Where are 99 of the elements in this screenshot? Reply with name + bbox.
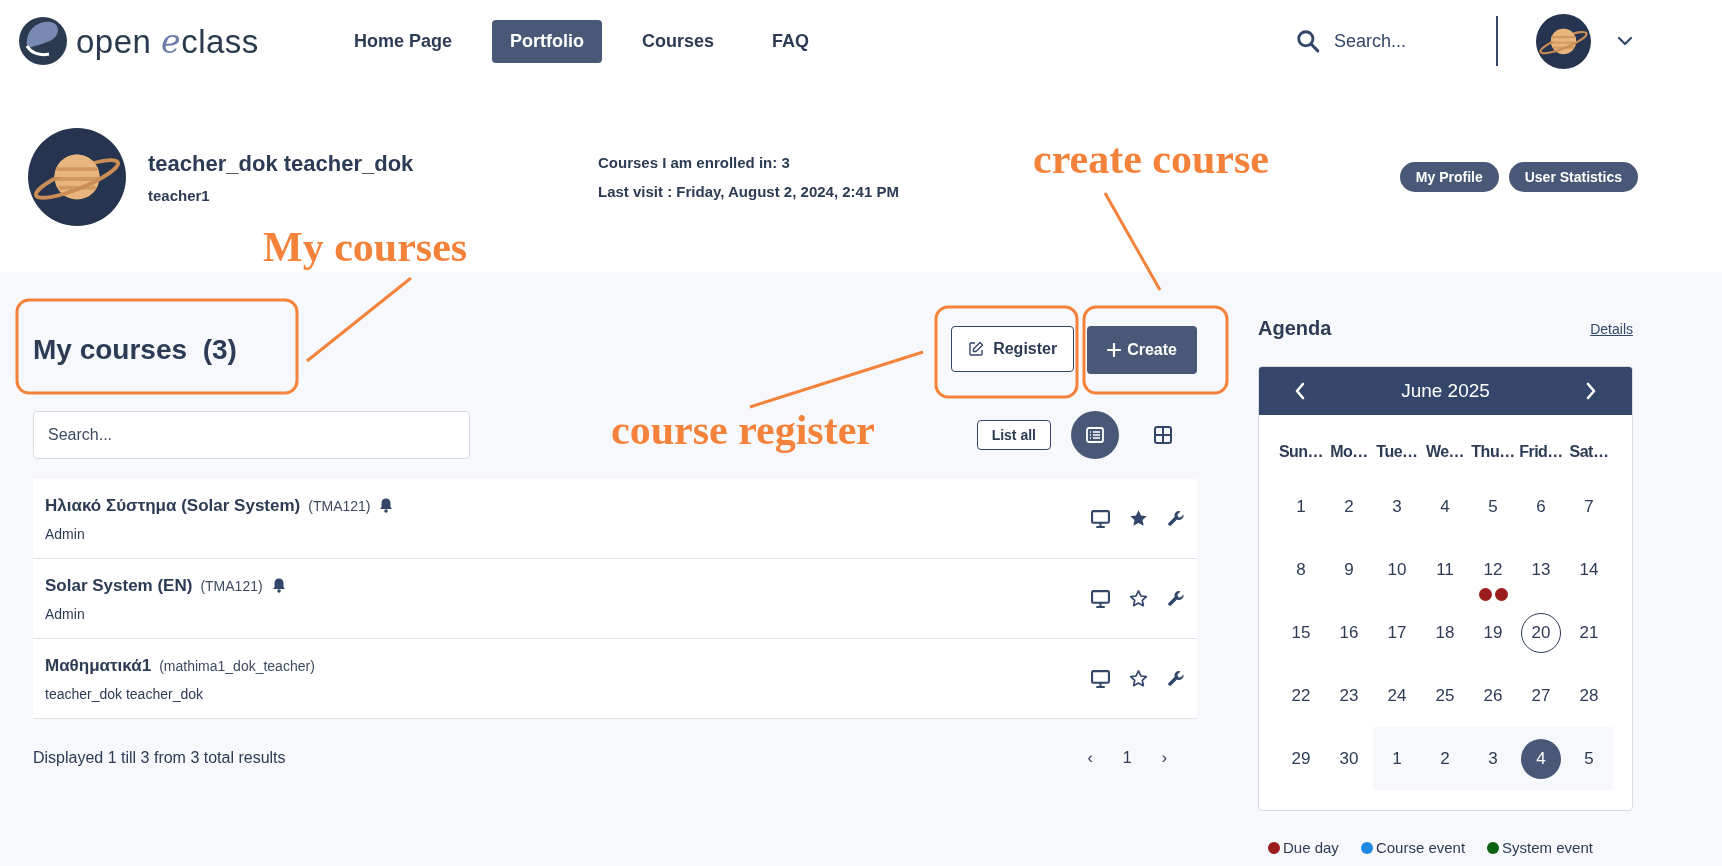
calendar-day[interactable]: 27 (1521, 675, 1561, 716)
star-icon[interactable] (1129, 589, 1148, 608)
calendar-day[interactable]: 11 (1425, 549, 1465, 590)
calendar-day[interactable]: 13 (1521, 549, 1561, 590)
weekday-label: Sat… (1568, 442, 1610, 462)
pagination-link[interactable]: ‹ (1087, 749, 1093, 767)
search-field[interactable]: Search... (33, 411, 470, 459)
logo-text[interactable]: open eclass (76, 21, 259, 61)
month-label: June 2025 (1401, 380, 1490, 402)
search-field[interactable]: Search... (1332, 29, 1456, 53)
calendar-day[interactable]: 24 (1377, 675, 1417, 716)
register-button[interactable]: Register (951, 326, 1075, 372)
calendar-day[interactable]: 29 (1281, 738, 1321, 779)
calendar-day[interactable]: 6 (1521, 486, 1561, 527)
next-icon[interactable] (1584, 382, 1598, 400)
course-title-link[interactable]: Ηλιακό Σύστημα (Solar System) (45, 495, 301, 516)
legend-label: Course event (1375, 839, 1466, 856)
calendar-day[interactable]: 3 (1377, 486, 1417, 527)
weekday-label: We… (1424, 442, 1466, 462)
list-all-button[interactable]: List all (976, 420, 1051, 450)
calendar-day[interactable]: 17 (1377, 612, 1417, 653)
profile-button[interactable]: My Profile (1399, 162, 1499, 192)
legend-label: Due day (1283, 839, 1339, 856)
calendar-day[interactable]: 12 (1473, 549, 1513, 590)
calendar-day[interactable]: 14 (1569, 549, 1609, 590)
calendar-day[interactable]: 23 (1329, 675, 1369, 716)
previous-icon[interactable] (1293, 382, 1307, 400)
planet-avatar-icon[interactable] (1536, 13, 1591, 69)
course-owner: Admin (45, 605, 86, 622)
pagination-link[interactable]: 1 (1122, 749, 1132, 767)
section-title: My courses (3) (33, 334, 237, 366)
monitor-icon[interactable] (1091, 589, 1110, 608)
pagination-link[interactable]: › (1161, 749, 1167, 767)
wrench-icon[interactable] (1167, 669, 1185, 688)
course-owner: teacher_dok teacher_dok (45, 685, 204, 702)
weekday-label: Mo… (1329, 442, 1369, 462)
weekday-label: Tue… (1375, 442, 1419, 462)
calendar-day[interactable]: 9 (1329, 549, 1369, 590)
calendar-day[interactable]: 16 (1329, 612, 1369, 653)
agenda-title: Agenda (1258, 317, 1332, 340)
grid-icon (1154, 426, 1172, 444)
legend-label: System event (1502, 839, 1593, 856)
course-code: (TMA121) (308, 497, 371, 514)
calendar-day[interactable]: 7 (1569, 486, 1609, 527)
wrench-icon[interactable] (1167, 509, 1185, 528)
annotation-label: create course (1033, 138, 1269, 180)
course-title-link[interactable]: Solar System (EN) (45, 575, 193, 596)
nav-link[interactable]: Portfolio (492, 19, 603, 63)
nav-link[interactable]: Courses (624, 19, 733, 63)
calendar-day[interactable]: 28 (1569, 675, 1609, 716)
star-icon[interactable] (1129, 669, 1148, 688)
logo-icon[interactable] (18, 16, 68, 66)
plus-icon (1107, 343, 1122, 357)
weekday-label: Thu… (1470, 442, 1516, 462)
calendar-day[interactable]: 1 (1281, 486, 1321, 527)
search-icon[interactable] (1296, 29, 1320, 53)
calendar-day[interactable]: 4 (1425, 486, 1465, 527)
user-name: teacher_dok teacher_dok (148, 150, 415, 177)
bell-icon[interactable] (378, 497, 395, 514)
pencil-icon (968, 341, 985, 357)
details-link[interactable]: Details (1590, 320, 1633, 337)
weekday-label: Sun… (1277, 442, 1325, 462)
results-summary: Displayed 1 till 3 from 3 total results (33, 749, 286, 767)
calendar-day[interactable]: 5 (1473, 486, 1513, 527)
calendar-day[interactable]: 21 (1569, 612, 1609, 653)
calendar-day[interactable]: 4 (1521, 738, 1561, 779)
calendar-day[interactable]: 30 (1329, 738, 1369, 779)
star-icon[interactable] (1129, 509, 1148, 528)
calendar-day[interactable]: 26 (1473, 675, 1513, 716)
course-title-link[interactable]: Μαθηματικά1 (45, 655, 152, 676)
calendar-day[interactable]: 15 (1281, 612, 1321, 653)
nav-link[interactable]: Home Page (336, 19, 471, 63)
list-icon (1086, 426, 1104, 444)
create-button[interactable]: Create (1087, 326, 1197, 374)
course-code: (TMA121) (200, 577, 263, 594)
nav-link[interactable]: FAQ (754, 19, 828, 63)
annotation-label: My courses (263, 226, 468, 268)
list-view-button[interactable] (1071, 411, 1119, 459)
weekday-label: Frid… (1518, 442, 1564, 462)
calendar-day[interactable]: 19 (1473, 612, 1513, 653)
annotation-label: course register (611, 409, 875, 451)
enrolled-count: Courses I am enrolled in: 3 (598, 154, 791, 171)
last-visit: Last visit : Friday, August 2, 2024, 2:41 PM (598, 183, 899, 200)
username: teacher1 (148, 186, 211, 204)
course-owner: Admin (45, 525, 86, 542)
chevron-down-icon[interactable] (1616, 35, 1634, 47)
wrench-icon[interactable] (1167, 589, 1185, 608)
bell-icon[interactable] (270, 577, 287, 594)
monitor-icon[interactable] (1091, 509, 1110, 528)
planet-avatar-icon (28, 128, 126, 226)
profile-button[interactable]: User Statistics (1508, 162, 1638, 192)
course-code: (mathima1_dok_teacher) (159, 657, 315, 674)
calendar-day[interactable]: 25 (1425, 675, 1465, 716)
calendar-day[interactable]: 10 (1377, 549, 1417, 590)
calendar-day[interactable]: 8 (1281, 549, 1321, 590)
calendar-day[interactable]: 22 (1281, 675, 1321, 716)
calendar-day[interactable]: 2 (1329, 486, 1369, 527)
calendar-day[interactable]: 18 (1425, 612, 1465, 653)
monitor-icon[interactable] (1091, 669, 1110, 688)
